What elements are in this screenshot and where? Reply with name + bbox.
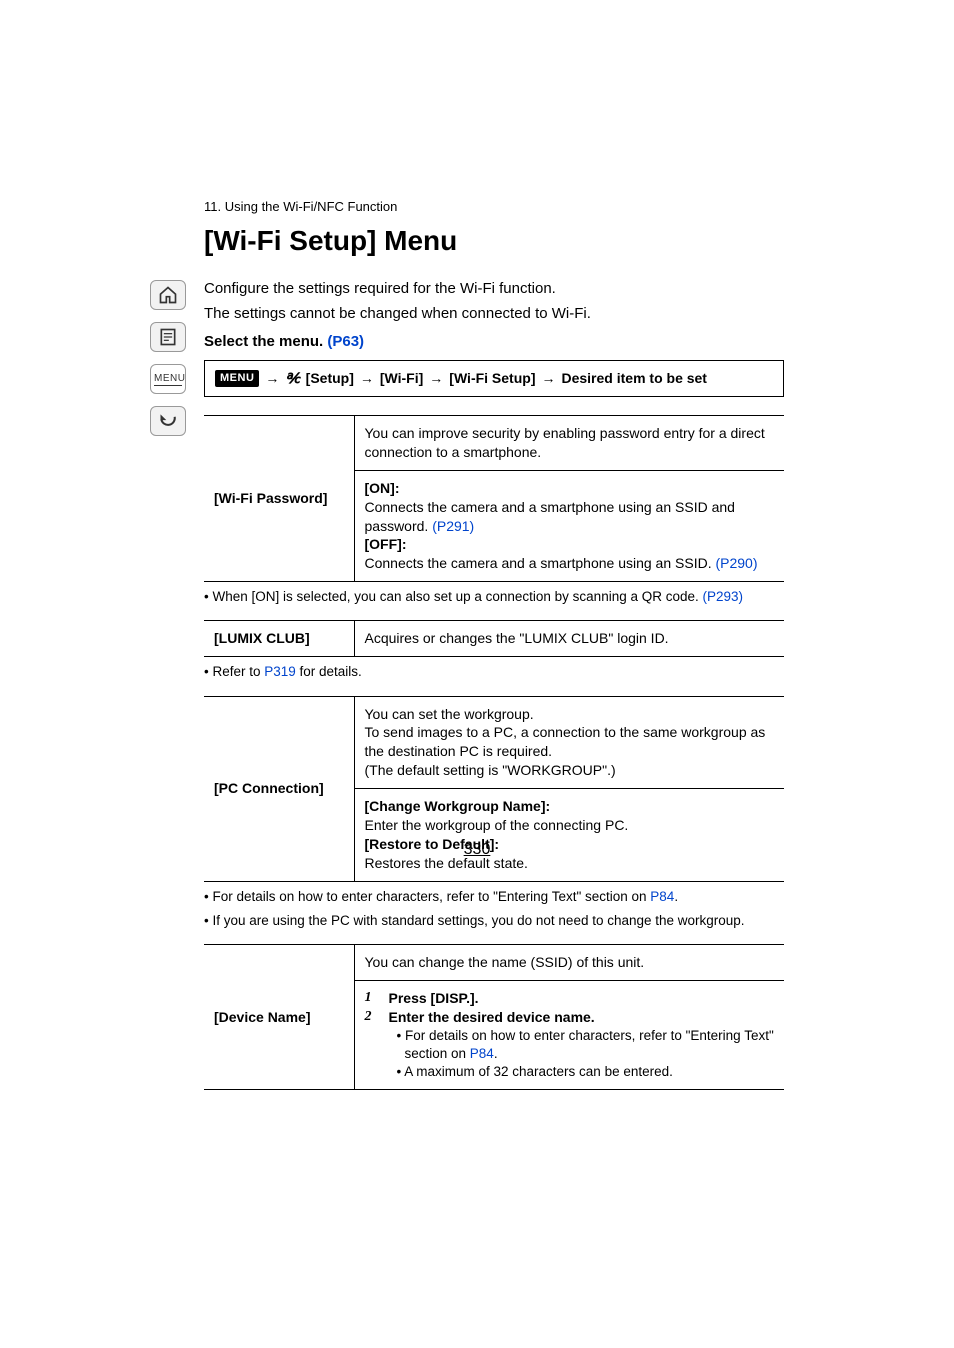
off-link[interactable]: (P290)	[715, 555, 757, 571]
back-icon	[158, 411, 178, 431]
pc-note-1-suffix: .	[674, 889, 678, 904]
arrow-icon: →	[541, 369, 555, 388]
off-label: [OFF]:	[365, 536, 407, 552]
lumix-club-table: [LUMIX CLUB] Acquires or changes the "LU…	[204, 620, 784, 657]
select-menu-text: Select the menu.	[204, 333, 327, 350]
menu-chip: MENU	[215, 370, 259, 387]
lumix-club-note: • Refer to P319 for details.	[204, 663, 784, 681]
wifi-password-note: • When [ON] is selected, you can also se…	[204, 588, 784, 606]
intro-line-2: The settings cannot be changed when conn…	[204, 304, 784, 324]
note-link[interactable]: P319	[264, 664, 296, 679]
chapter-heading: 11. Using the Wi-Fi/NFC Function	[204, 198, 784, 216]
home-icon	[158, 285, 178, 305]
arrow-icon: →	[265, 369, 279, 388]
wifi-password-label: [Wi-Fi Password]	[204, 415, 354, 581]
step-2-sub-2: • A maximum of 32 characters can be ente…	[397, 1063, 775, 1081]
path-seg-wifisetup: [Wi-Fi Setup]	[449, 369, 535, 388]
pc-note-2: • If you are using the PC with standard …	[204, 912, 784, 930]
sub1-prefix: • For details on how to enter characters…	[397, 1028, 774, 1061]
on-link[interactable]: (P291)	[432, 518, 474, 534]
step-2-text: Enter the desired device name.	[389, 1009, 595, 1025]
device-name-table: [Device Name] You can change the name (S…	[204, 944, 784, 1090]
menu-path-box: MENU → ℀ [Setup] → [Wi-Fi] → [Wi-Fi Setu…	[204, 360, 784, 397]
change-wg-text: Enter the workgroup of the connecting PC…	[365, 816, 775, 835]
nav-document-button[interactable]	[150, 322, 186, 352]
lumix-club-label: [LUMIX CLUB]	[204, 621, 354, 657]
path-seg-setup: [Setup]	[306, 369, 354, 388]
wifi-password-desc: You can improve security by enabling pas…	[354, 415, 784, 470]
on-text: Connects the camera and a smartphone usi…	[365, 499, 735, 534]
on-label: [ON]:	[365, 480, 400, 496]
nav-menu-button[interactable]: MENU	[150, 364, 186, 394]
page-title: [Wi-Fi Setup] Menu	[204, 222, 784, 260]
path-seg-desired: Desired item to be set	[561, 369, 707, 388]
device-name-desc: You can change the name (SSID) of this u…	[354, 945, 784, 981]
device-name-label: [Device Name]	[204, 945, 354, 1090]
nav-menu-label: MENU	[154, 372, 182, 387]
nav-back-button[interactable]	[150, 406, 186, 436]
pc-desc-1: You can set the workgroup.	[365, 705, 775, 724]
change-wg-label: [Change Workgroup Name]:	[365, 798, 551, 814]
note-text: • When [ON] is selected, you can also se…	[204, 589, 703, 604]
step-2-sub-1: • For details on how to enter characters…	[397, 1027, 775, 1063]
wifi-password-options: [ON]: Connects the camera and a smartpho…	[354, 470, 784, 581]
note-suffix: for details.	[296, 664, 362, 679]
pc-desc-3: (The default setting is "WORKGROUP".)	[365, 761, 775, 780]
pc-note-1-prefix: • For details on how to enter characters…	[204, 889, 650, 904]
note-link[interactable]: (P293)	[703, 589, 744, 604]
page-number[interactable]: 330	[0, 839, 954, 861]
select-menu-link[interactable]: (P63)	[327, 333, 364, 350]
step-1-text: Press [DISP.].	[389, 990, 479, 1006]
note-prefix: • Refer to	[204, 664, 264, 679]
lumix-club-desc: Acquires or changes the "LUMIX CLUB" log…	[354, 621, 784, 657]
sub1-suffix: .	[494, 1046, 498, 1061]
document-icon	[158, 327, 178, 347]
pc-note-1-link[interactable]: P84	[650, 889, 674, 904]
sub1-link[interactable]: P84	[470, 1046, 494, 1061]
pc-connection-desc: You can set the workgroup. To send image…	[354, 696, 784, 789]
intro-line-1: Configure the settings required for the …	[204, 279, 784, 299]
device-name-steps: 1 2 Press [DISP.]. Enter the desired dev…	[354, 981, 784, 1090]
select-menu-line: Select the menu. (P63)	[204, 332, 784, 352]
pc-connection-options: [Change Workgroup Name]: Enter the workg…	[354, 789, 784, 882]
path-seg-wifi: [Wi-Fi]	[380, 369, 423, 388]
arrow-icon: →	[360, 369, 374, 388]
wrench-icon: ℀	[285, 369, 299, 388]
nav-home-button[interactable]	[150, 280, 186, 310]
pc-note-1: • For details on how to enter characters…	[204, 888, 784, 906]
step-num-1: 1	[365, 989, 379, 1008]
arrow-icon: →	[429, 369, 443, 388]
wifi-password-table: [Wi-Fi Password] You can improve securit…	[204, 415, 784, 582]
step-num-2: 2	[365, 1008, 379, 1027]
off-text: Connects the camera and a smartphone usi…	[365, 555, 716, 571]
pc-desc-2: To send images to a PC, a connection to …	[365, 723, 775, 761]
